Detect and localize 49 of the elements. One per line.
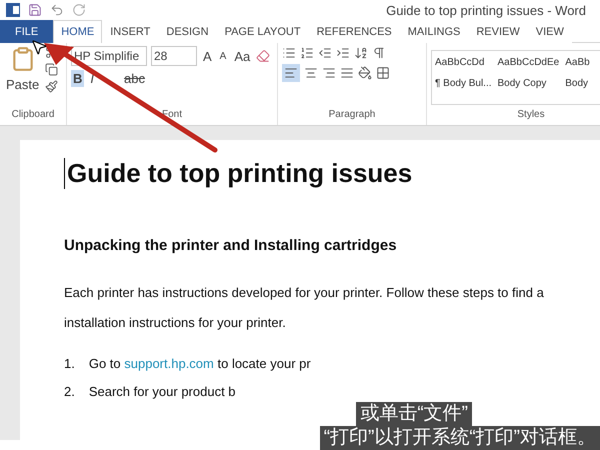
body-text: installation instructions for your printer. <box>64 314 287 332</box>
style-preview[interactable]: AaBbCcDd <box>435 57 492 68</box>
list-item-text: Go to support.hp.com to locate your pr <box>88 355 311 373</box>
file-tab[interactable]: FILE <box>0 20 54 43</box>
clear-format-icon[interactable] <box>256 49 270 63</box>
section-heading: Unpacking the printer and Installing cartridges <box>64 237 398 254</box>
group-label: Styles <box>516 109 546 122</box>
style-name[interactable]: Body Copy <box>498 78 560 89</box>
window-title: Guide to top printing issues - Word <box>386 2 586 18</box>
style-name[interactable]: ¶ Body Bul... <box>435 78 492 89</box>
format-button[interactable]: B <box>71 70 84 87</box>
body-text: Each printer has instructions developed for your printer. Follow these steps to find a <box>64 284 545 302</box>
group-label: Paragraph <box>328 109 376 122</box>
style-preview[interactable]: AaBb <box>565 57 590 68</box>
subtitle-text: “打印”以打开系统“打印”对话框。 <box>320 426 600 450</box>
style-name[interactable]: Body <box>565 78 590 89</box>
style-preview[interactable]: AaBbCcDdEe <box>498 57 560 68</box>
outdent-icon[interactable] <box>318 46 332 60</box>
group-label: Clipboard <box>10 109 56 122</box>
document-title: Guide to top printing issues <box>64 158 600 189</box>
format-button[interactable]: abc <box>122 70 147 87</box>
shading-icon[interactable] <box>358 66 372 80</box>
paste-button[interactable]: Paste <box>4 76 42 93</box>
subtitle-text: 或单击“文件” <box>356 402 472 426</box>
sort-icon[interactable] <box>354 46 368 60</box>
shrink-font-button[interactable]: A <box>218 50 228 62</box>
numbering-icon[interactable] <box>300 46 314 60</box>
align-left-icon[interactable] <box>282 64 300 82</box>
align-center-icon[interactable] <box>304 66 318 80</box>
font-name-field[interactable]: HP Simplifie <box>71 46 147 66</box>
list-number: 2. <box>64 383 75 401</box>
list-item-text: Search for your product b <box>88 383 236 401</box>
format-painter-icon[interactable] <box>45 80 58 93</box>
word-logo-icon[interactable] <box>6 3 20 17</box>
justify-icon[interactable] <box>340 66 354 80</box>
borders-icon[interactable] <box>376 66 390 80</box>
indent-icon[interactable] <box>336 46 350 60</box>
ribbon-tab[interactable]: HOME <box>53 20 102 43</box>
group-label: Font <box>160 109 183 122</box>
change-case-button[interactable]: Aa <box>232 48 252 64</box>
copy-icon[interactable] <box>45 63 58 76</box>
mouse-pointer-icon <box>30 38 48 56</box>
list-number: 1. <box>64 355 75 373</box>
pilcrow-icon[interactable] <box>372 46 386 60</box>
font-size-field[interactable]: 28 <box>151 46 197 66</box>
save-icon[interactable] <box>28 3 42 17</box>
align-right-icon[interactable] <box>322 66 336 80</box>
undo-icon[interactable] <box>50 3 64 17</box>
grow-font-button[interactable]: A <box>201 48 214 64</box>
